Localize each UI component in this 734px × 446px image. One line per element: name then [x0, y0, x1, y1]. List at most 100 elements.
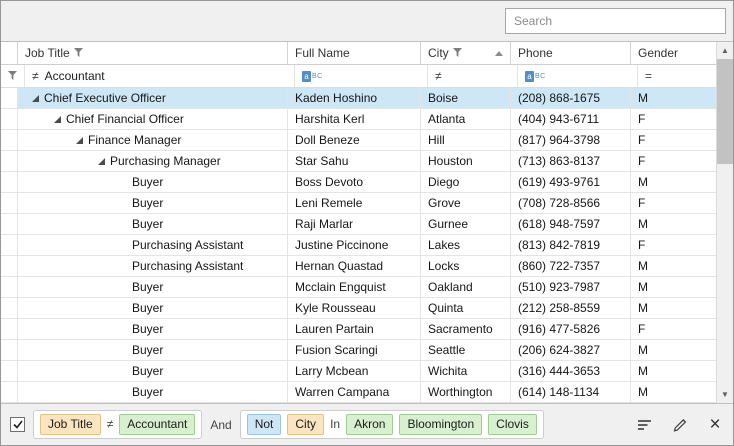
table-row[interactable]: Purchasing Manager Star Sahu Houston (71…: [1, 151, 716, 172]
edit-filter-pencil-icon[interactable]: [671, 416, 689, 434]
column-header-full-name[interactable]: Full Name: [288, 42, 421, 64]
column-header-gender[interactable]: Gender: [631, 42, 716, 64]
row-indicator-cell: [1, 88, 18, 108]
city-cell: Diego: [421, 172, 511, 192]
phone-cell: (619) 493-9761: [511, 172, 631, 192]
indent-spacer: [18, 308, 114, 309]
column-header-job-title[interactable]: Job Title: [18, 42, 288, 64]
vertical-scrollbar[interactable]: ▲ ▼: [716, 42, 733, 403]
filter-menu-icon[interactable]: [636, 416, 654, 434]
filter-not-chip[interactable]: Not: [247, 414, 282, 434]
table-row[interactable]: Purchasing Assistant Justine Piccinone L…: [1, 235, 716, 256]
job-title-cell: Buyer: [18, 214, 288, 234]
search-input[interactable]: [505, 8, 726, 34]
filter-funnel-icon[interactable]: [74, 46, 83, 60]
filter-cell-full-name[interactable]: aBC: [295, 65, 428, 87]
filter-value-chip[interactable]: Accountant: [119, 414, 195, 434]
indent-spacer: [18, 329, 114, 330]
city-cell: Seattle: [421, 340, 511, 360]
table-row[interactable]: Buyer Fusion Scaringi Seattle (206) 624-…: [1, 340, 716, 361]
filter-field-chip[interactable]: City: [287, 414, 324, 434]
table-row[interactable]: Buyer Leni Remele Grove (708) 728-8566 F: [1, 193, 716, 214]
full-name-cell: Lauren Partain: [288, 319, 421, 339]
job-title-cell-text: Buyer: [132, 196, 163, 210]
indent-spacer: [18, 371, 114, 372]
expander-icon[interactable]: [48, 116, 66, 123]
full-name-cell: Warren Campana: [288, 382, 421, 402]
indent-spacer: [18, 224, 114, 225]
phone-cell: (813) 842-7819: [511, 235, 631, 255]
job-title-cell-text: Purchasing Assistant: [132, 238, 243, 252]
table-row[interactable]: Purchasing Assistant Hernan Quastad Lock…: [1, 256, 716, 277]
gender-cell: M: [631, 88, 716, 108]
city-cell: Worthington: [421, 382, 511, 402]
full-name-cell: Fusion Scaringi: [288, 340, 421, 360]
filter-field-chip[interactable]: Job Title: [40, 414, 101, 434]
row-indicator-cell: [1, 193, 18, 213]
job-title-cell: Buyer: [18, 361, 288, 381]
gender-cell: M: [631, 298, 716, 318]
filter-cell-phone[interactable]: aBC: [518, 65, 638, 87]
scroll-down-button[interactable]: ▼: [717, 386, 733, 403]
indent-spacer: [18, 140, 70, 141]
filter-funnel-icon[interactable]: [453, 46, 462, 60]
column-header-city[interactable]: City: [421, 42, 511, 64]
table-row[interactable]: Chief Executive Officer Kaden Hoshino Bo…: [1, 88, 716, 109]
filter-value-chip[interactable]: Akron: [346, 414, 393, 434]
scrollbar-thumb[interactable]: [717, 59, 733, 164]
table-row[interactable]: Buyer Boss Devoto Diego (619) 493-9761 M: [1, 172, 716, 193]
filter-cell-gender[interactable]: =: [638, 65, 716, 87]
full-name-cell: Leni Remele: [288, 193, 421, 213]
clause2-values: Akron Bloomington Clovis: [346, 414, 537, 434]
filter-clause-group: Job Title ≠ Accountant: [33, 410, 202, 438]
filter-cell-city[interactable]: ≠: [428, 65, 518, 87]
table-row[interactable]: Buyer Lauren Partain Sacramento (916) 47…: [1, 319, 716, 340]
city-cell: Wichita: [421, 361, 511, 381]
gender-cell: F: [631, 235, 716, 255]
gender-cell: M: [631, 277, 716, 297]
expander-icon[interactable]: [26, 95, 44, 102]
filter-enabled-checkbox[interactable]: [10, 417, 25, 432]
table-row[interactable]: Chief Financial Officer Harshita Kerl At…: [1, 109, 716, 130]
indent-spacer: [18, 266, 114, 267]
filter-row-indicator: [1, 65, 25, 87]
expander-icon[interactable]: [70, 137, 88, 144]
filter-value-chip[interactable]: Clovis: [488, 414, 537, 434]
city-cell: Houston: [421, 151, 511, 171]
gender-cell: F: [631, 130, 716, 150]
table-row[interactable]: Finance Manager Doll Beneze Hill (817) 9…: [1, 130, 716, 151]
phone-cell: (614) 148-1134: [511, 382, 631, 402]
filter-cell-job-title[interactable]: ≠ Accountant: [25, 65, 295, 87]
job-title-cell-text: Purchasing Manager: [110, 154, 221, 168]
filter-value-chip[interactable]: Bloomington: [399, 414, 482, 434]
table-row[interactable]: Buyer Raji Marlar Gurnee (618) 948-7597 …: [1, 214, 716, 235]
treelist-window: Job Title Full Name City Phone: [0, 0, 734, 446]
filter-operator-icon[interactable]: =: [645, 69, 652, 83]
table-row[interactable]: Buyer Kyle Rousseau Quinta (212) 258-855…: [1, 298, 716, 319]
job-title-cell-text: Chief Executive Officer: [44, 91, 166, 105]
job-title-cell: Buyer: [18, 193, 288, 213]
gender-cell: M: [631, 340, 716, 360]
job-title-cell-text: Buyer: [132, 301, 163, 315]
phone-cell: (510) 923-7987: [511, 277, 631, 297]
table-row[interactable]: Buyer Mcclain Engquist Oakland (510) 923…: [1, 277, 716, 298]
filter-operator-icon[interactable]: ≠: [32, 69, 39, 83]
column-header-phone[interactable]: Phone: [511, 42, 631, 64]
table-row[interactable]: Buyer Warren Campana Worthington (614) 1…: [1, 382, 716, 403]
close-filter-panel-icon[interactable]: ×: [706, 416, 724, 434]
full-name-cell: Harshita Kerl: [288, 109, 421, 129]
indent-spacer: [18, 287, 114, 288]
filter-operator[interactable]: ≠: [107, 417, 114, 431]
full-name-cell: Larry Mcbean: [288, 361, 421, 381]
table-row[interactable]: Buyer Larry Mcbean Wichita (316) 444-365…: [1, 361, 716, 382]
scroll-up-button[interactable]: ▲: [717, 42, 733, 59]
column-label: Gender: [638, 46, 678, 60]
job-title-cell: Buyer: [18, 382, 288, 402]
expander-icon[interactable]: [92, 158, 110, 165]
gender-cell: M: [631, 382, 716, 402]
filter-connector[interactable]: And: [210, 418, 231, 432]
filter-operator[interactable]: In: [330, 417, 340, 431]
job-title-cell-text: Purchasing Assistant: [132, 259, 243, 273]
row-indicator-cell: [1, 214, 18, 234]
filter-operator-icon[interactable]: ≠: [435, 69, 442, 83]
